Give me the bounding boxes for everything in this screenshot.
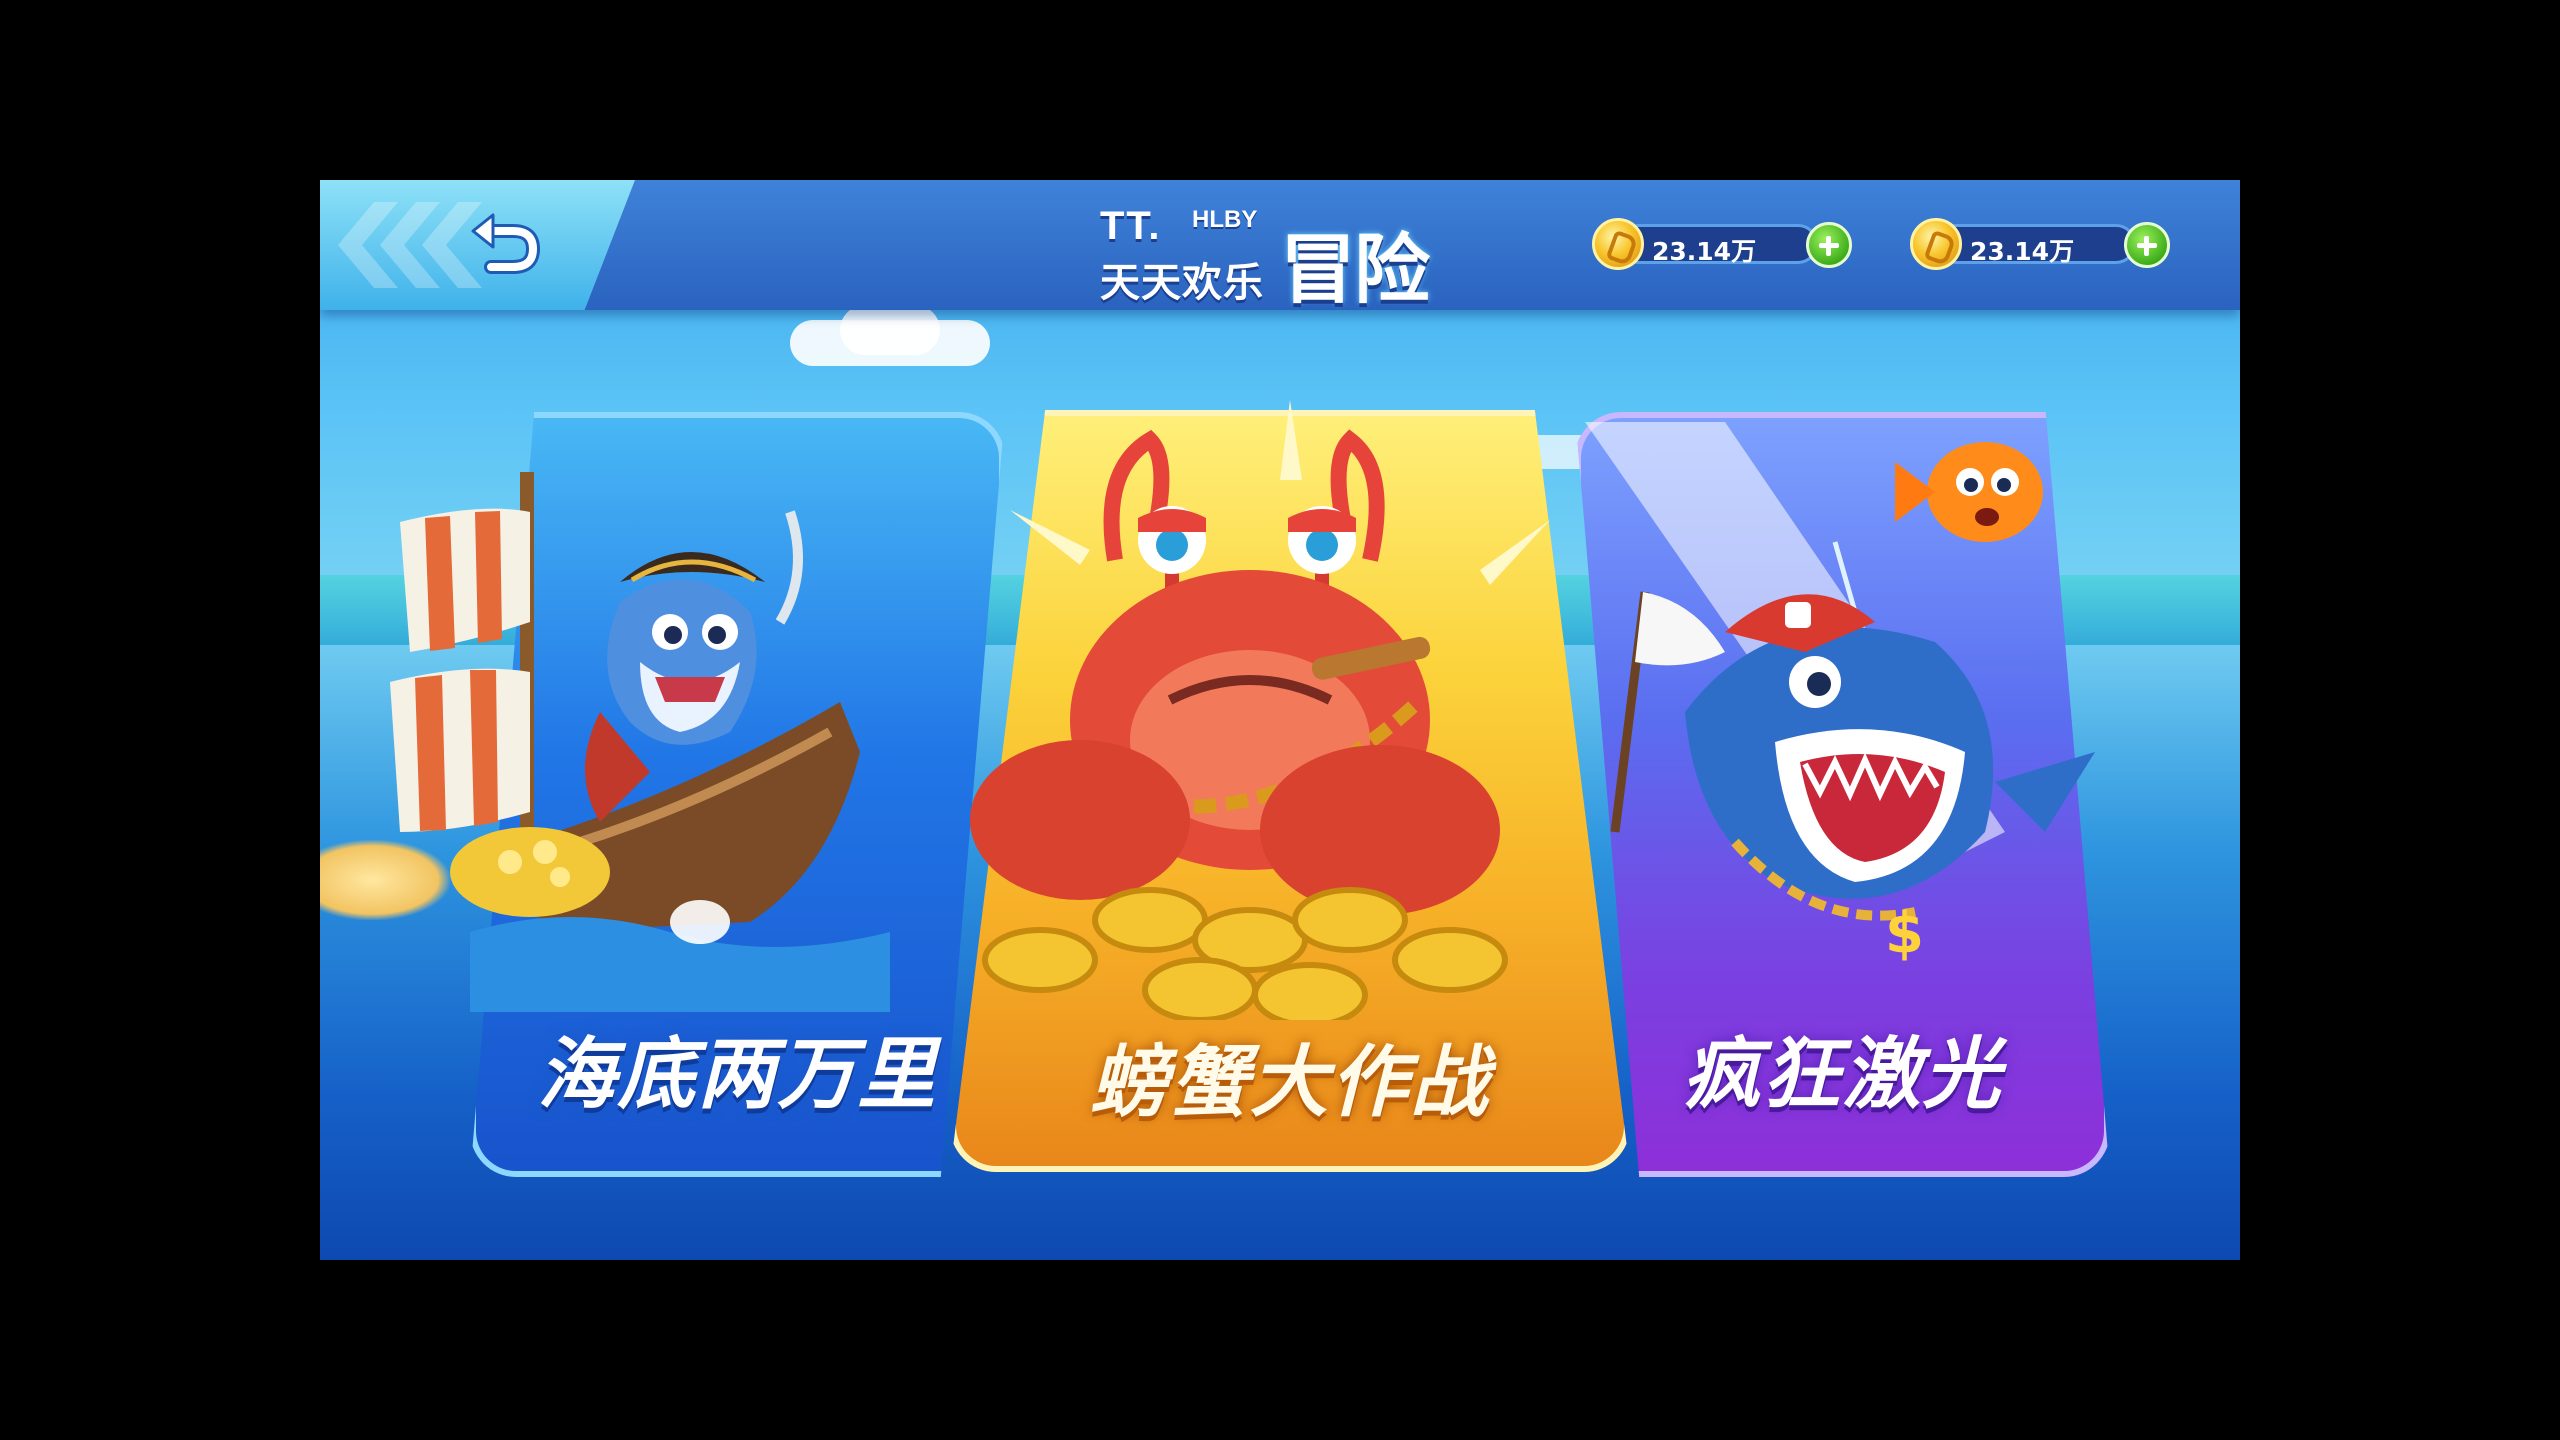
add-coins-button[interactable] bbox=[2124, 222, 2170, 268]
crab-boss-illustration bbox=[970, 400, 1550, 1020]
logo-hlby: HLBY bbox=[1192, 206, 1258, 233]
return-arrow-icon bbox=[471, 213, 541, 274]
mode-card-crab-battle[interactable]: 螃蟹大作战 bbox=[950, 400, 1630, 1172]
gold-coin-icon bbox=[1910, 218, 1962, 270]
top-bar: TT. HLBY 天天欢乐 冒险 23.14万 23.14万 bbox=[320, 180, 2240, 314]
coin-value: 23.14万 bbox=[1652, 237, 1757, 266]
logo-subtitle: 天天欢乐 bbox=[1100, 260, 1264, 306]
dollar-pendant-icon: $ bbox=[1885, 901, 1924, 966]
mode-label: 螃蟹大作战 bbox=[1089, 1038, 1490, 1128]
gold-coin-icon bbox=[1592, 218, 1644, 270]
game-logo: TT. HLBY 天天欢乐 冒险 bbox=[1100, 198, 1460, 314]
cloud bbox=[840, 305, 940, 355]
pirate-shark-ship-illustration bbox=[390, 472, 890, 1012]
laser-shark-illustration: $ bbox=[1585, 422, 2095, 966]
coin-balance-2: 23.14万 bbox=[1910, 218, 2170, 270]
mode-card-crazy-laser[interactable]: $ 疯狂激光 bbox=[1575, 412, 2110, 1177]
mode-card-deep-sea[interactable]: 海底两万里 bbox=[390, 412, 1005, 1177]
coin-balance-1: 23.14万 bbox=[1592, 218, 1852, 270]
game-screen: TT. HLBY 天天欢乐 冒险 23.14万 23.14万 海底两万里 螃蟹大… bbox=[320, 180, 2240, 1260]
logo-tt: TT. bbox=[1100, 204, 1162, 248]
add-coins-button[interactable] bbox=[1806, 222, 1852, 268]
coin-value: 23.14万 bbox=[1970, 237, 2075, 266]
mode-label: 疯狂激光 bbox=[1682, 1030, 2003, 1120]
back-button[interactable] bbox=[465, 205, 545, 285]
logo-title: 冒险 bbox=[1280, 225, 1430, 314]
mode-label: 海底两万里 bbox=[537, 1030, 938, 1120]
